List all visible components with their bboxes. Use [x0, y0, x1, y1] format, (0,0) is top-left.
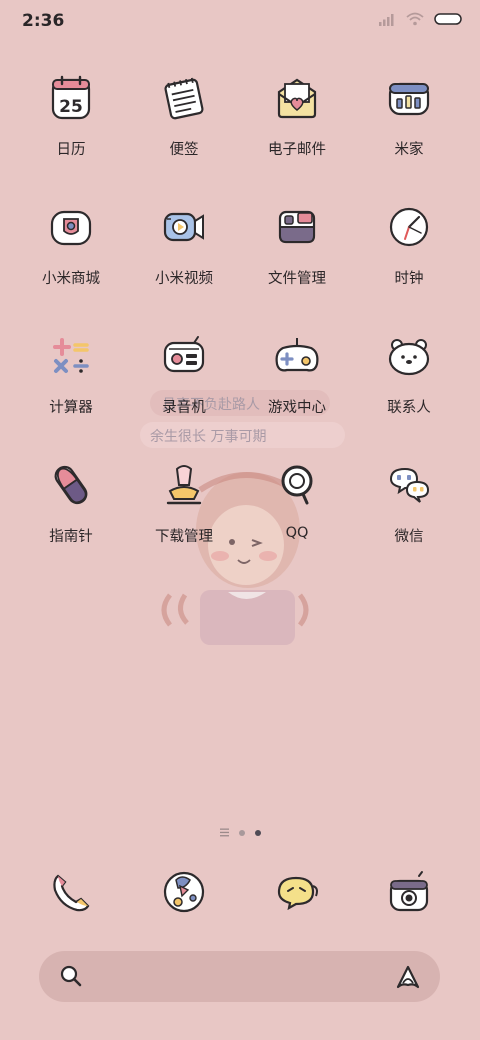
browser-icon — [163, 871, 205, 913]
app-games[interactable]: 游戏中心 — [242, 328, 352, 417]
app-row: 25 日历 便签 电子邮件 米家 — [0, 70, 480, 199]
qq-icon — [281, 465, 313, 505]
app-notes[interactable]: 便签 — [129, 70, 239, 159]
wechat-icon — [389, 467, 430, 503]
app-label: 游戏中心 — [268, 400, 326, 416]
wifi-icon — [406, 12, 424, 26]
files-icon — [278, 210, 316, 244]
mistore-icon — [50, 210, 92, 246]
voice-assistant-icon[interactable] — [394, 963, 422, 991]
app-label: 微信 — [394, 529, 424, 545]
signal-icon — [379, 14, 394, 26]
app-label: 日历 — [56, 142, 86, 158]
mihome-icon — [388, 82, 430, 116]
app-calendar[interactable]: 25 日历 — [16, 70, 126, 159]
search-bar[interactable] — [39, 951, 440, 1002]
search-icon — [60, 965, 82, 987]
video-icon — [163, 212, 204, 242]
app-label: 文件管理 — [268, 271, 326, 287]
app-label: 下载管理 — [155, 529, 213, 545]
app-row: 指南针 下载管理 QQ 微信 — [0, 457, 480, 586]
camera-icon — [389, 871, 429, 912]
app-label: 录音机 — [162, 400, 206, 416]
app-clock[interactable]: 时钟 — [354, 199, 464, 288]
app-label: 小米视频 — [155, 271, 213, 287]
app-row: 计算器 录音机 游戏中心 联系人 — [0, 328, 480, 457]
app-contacts[interactable]: 联系人 — [354, 328, 464, 417]
app-label: QQ — [285, 525, 309, 541]
app-qq[interactable]: QQ — [242, 457, 352, 541]
app-label: 联系人 — [387, 400, 431, 416]
app-compass[interactable]: 指南针 — [16, 457, 126, 546]
phone-icon — [53, 874, 90, 912]
battery-icon — [434, 13, 462, 25]
clock-icon — [389, 207, 429, 247]
status-bar: 2:36 — [0, 0, 480, 44]
svg-text:25: 25 — [59, 97, 83, 117]
app-label: 指南针 — [49, 529, 93, 545]
notes-icon — [164, 77, 204, 120]
app-label: 小米商城 — [42, 271, 100, 287]
app-video[interactable]: 小米视频 — [129, 199, 239, 288]
app-label: 计算器 — [49, 400, 93, 416]
app-mihome[interactable]: 米家 — [354, 70, 464, 159]
calendar-icon: 25 — [51, 75, 91, 120]
app-wechat[interactable]: 微信 — [354, 457, 464, 546]
dock-phone[interactable] — [16, 864, 126, 920]
status-icons — [378, 12, 462, 26]
app-mistore[interactable]: 小米商城 — [16, 199, 126, 288]
app-downloads[interactable]: 下载管理 — [129, 457, 239, 546]
messages-icon — [277, 876, 318, 911]
page-list-icon — [219, 828, 229, 837]
contacts-icon — [388, 339, 430, 376]
calculator-icon — [53, 338, 89, 373]
app-label: 米家 — [394, 142, 424, 158]
app-email[interactable]: 电子邮件 — [242, 70, 352, 159]
app-files[interactable]: 文件管理 — [242, 199, 352, 288]
app-row: 小米商城 小米视频 文件管理 时钟 — [0, 199, 480, 328]
app-calculator[interactable]: 计算器 — [16, 328, 126, 417]
app-label: 时钟 — [394, 271, 424, 287]
gamepad-icon — [275, 338, 319, 372]
email-icon — [277, 78, 317, 119]
app-recorder[interactable]: 录音机 — [129, 328, 239, 417]
recorder-icon — [163, 336, 205, 373]
status-time: 2:36 — [22, 11, 65, 31]
page-dot — [238, 829, 245, 836]
dock — [0, 864, 480, 928]
compass-icon — [54, 465, 88, 505]
dock-camera[interactable] — [354, 864, 464, 920]
app-label: 便签 — [169, 142, 199, 158]
app-grid: 25 日历 便签 电子邮件 米家 小米商城 小米视频 文件管理 时钟 计算器 录… — [0, 70, 480, 586]
download-icon — [166, 465, 202, 505]
page-indicator[interactable] — [0, 828, 480, 837]
app-label: 电子邮件 — [268, 142, 326, 158]
dock-messages[interactable] — [242, 864, 352, 920]
dock-browser[interactable] — [129, 864, 239, 920]
page-dot-active — [254, 829, 261, 836]
